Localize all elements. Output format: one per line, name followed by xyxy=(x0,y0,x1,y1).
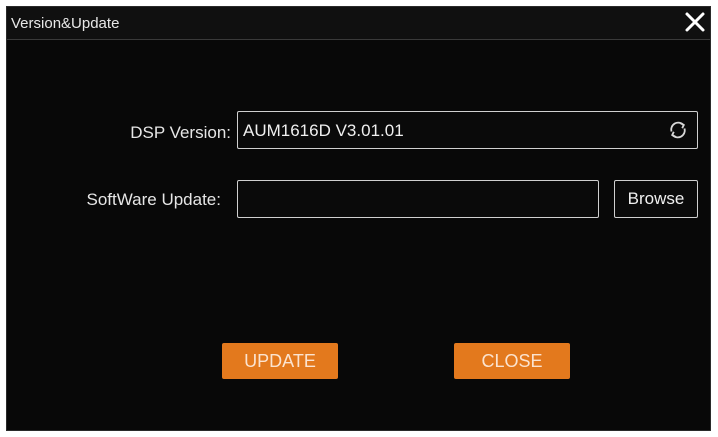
software-update-path-input[interactable] xyxy=(237,180,599,218)
dsp-version-label: DSP Version: xyxy=(130,123,231,142)
close-button[interactable]: CLOSE xyxy=(454,343,570,379)
update-button[interactable]: UPDATE xyxy=(222,343,338,379)
dsp-version-field: AUM1616D V3.01.01 xyxy=(237,111,698,149)
software-update-label: SoftWare Update: xyxy=(86,190,222,209)
browse-button[interactable]: Browse xyxy=(614,180,698,218)
title-bar: Version&Update xyxy=(7,7,710,40)
dsp-version-value: AUM1616D V3.01.01 xyxy=(243,121,404,140)
dialog-title: Version&Update xyxy=(11,15,120,32)
close-icon[interactable] xyxy=(682,9,708,35)
version-update-dialog: Version&Update DSP Version: AUM1616D V3.… xyxy=(6,6,711,431)
refresh-icon[interactable] xyxy=(667,119,689,141)
